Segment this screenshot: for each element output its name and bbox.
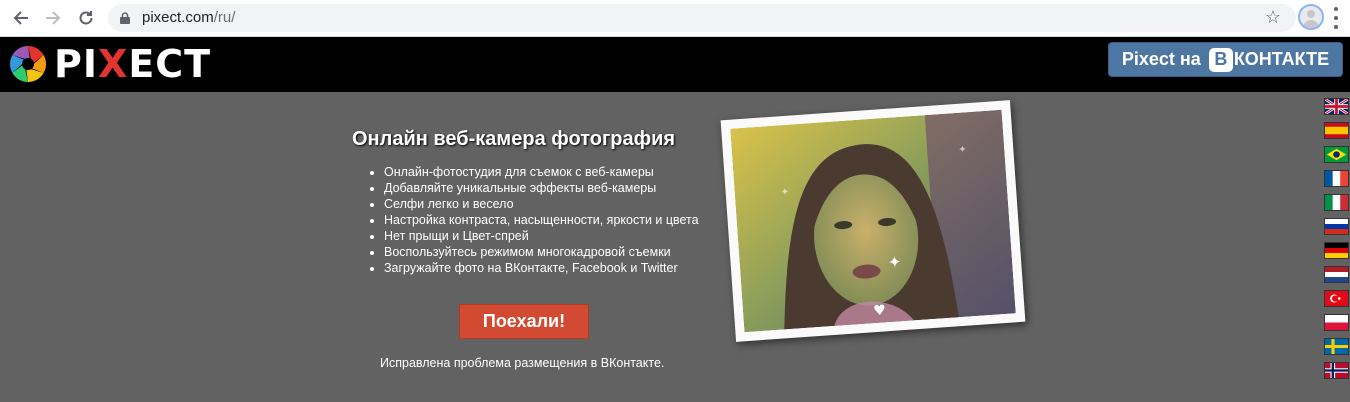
flag-spain-icon[interactable] [1324,122,1349,139]
flag-france-icon[interactable] [1324,170,1349,187]
svg-text:♥: ♥ [873,302,887,319]
flag-germany-icon[interactable] [1324,242,1349,259]
list-item: Нет прыщи и Цвет-спрей [384,228,699,244]
sample-photo-frame: ✦ ♥ ✦ ✦ [720,100,1026,342]
flag-norway-icon[interactable] [1324,362,1349,379]
address-bar[interactable]: pixect.com/ru/ ☆ [108,4,1296,32]
vk-button-suffix: КОНТАКТЕ [1233,49,1330,69]
vk-page-button[interactable]: Pixect на В КОНТАКТЕ [1108,42,1343,77]
pixect-logo[interactable]: PIXECT [8,43,211,85]
svg-text:✦: ✦ [887,252,902,272]
avatar[interactable] [1298,4,1324,30]
browser-toolbar: pixect.com/ru/ ☆ [0,0,1350,37]
flag-poland-icon[interactable] [1324,314,1349,331]
url-text[interactable]: pixect.com/ru/ [142,9,235,26]
reload-icon[interactable] [76,8,96,28]
site-header: PIXECT Pixect на В КОНТАКТЕ [0,37,1350,92]
list-item: Загружайте фото на ВКонтакте, Facebook и… [384,260,699,276]
flag-sweden-icon[interactable] [1324,338,1349,355]
list-item: Селфи легко и весело [384,196,699,212]
start-button[interactable]: Поехали! [459,304,589,339]
svg-text:✦: ✦ [958,144,967,156]
aperture-icon [9,45,47,83]
feature-list: Онлайн-фотостудия для съемок с веб-камер… [366,164,699,276]
arrow-right-icon[interactable] [43,8,63,28]
flag-brazil-icon[interactable] [1324,146,1349,163]
flag-turkey-icon[interactable] [1324,290,1349,307]
kebab-menu-icon[interactable] [1333,7,1339,29]
svg-text:✦: ✦ [780,187,789,199]
vk-logo-icon: В [1208,47,1233,72]
list-item: Воспользуйтесь режимом многокадровой съе… [384,244,699,260]
list-item: Настройка контраста, насыщенности, яркос… [384,212,699,228]
arrow-left-icon[interactable] [11,8,31,28]
flag-italy-icon[interactable] [1324,194,1349,211]
flag-uk-icon[interactable] [1324,98,1349,115]
list-item: Добавляйте уникальные эффекты веб-камеры [384,180,699,196]
language-selector [1324,98,1349,386]
star-icon[interactable]: ☆ [1265,7,1281,28]
lock-icon [120,12,130,24]
flag-netherlands-icon[interactable] [1324,266,1349,283]
page-title: Онлайн веб-камера фотография [352,128,676,150]
sample-photo: ✦ ♥ ✦ ✦ [730,109,1016,333]
list-item: Онлайн-фотостудия для съемок с веб-камер… [384,164,699,180]
notice-text: Исправлена проблема размещения в ВКонтак… [380,356,665,370]
vk-button-prefix: Pixect на [1121,49,1201,69]
logo-wordmark: PIXECT [54,42,212,86]
flag-russia-icon[interactable] [1324,218,1349,235]
